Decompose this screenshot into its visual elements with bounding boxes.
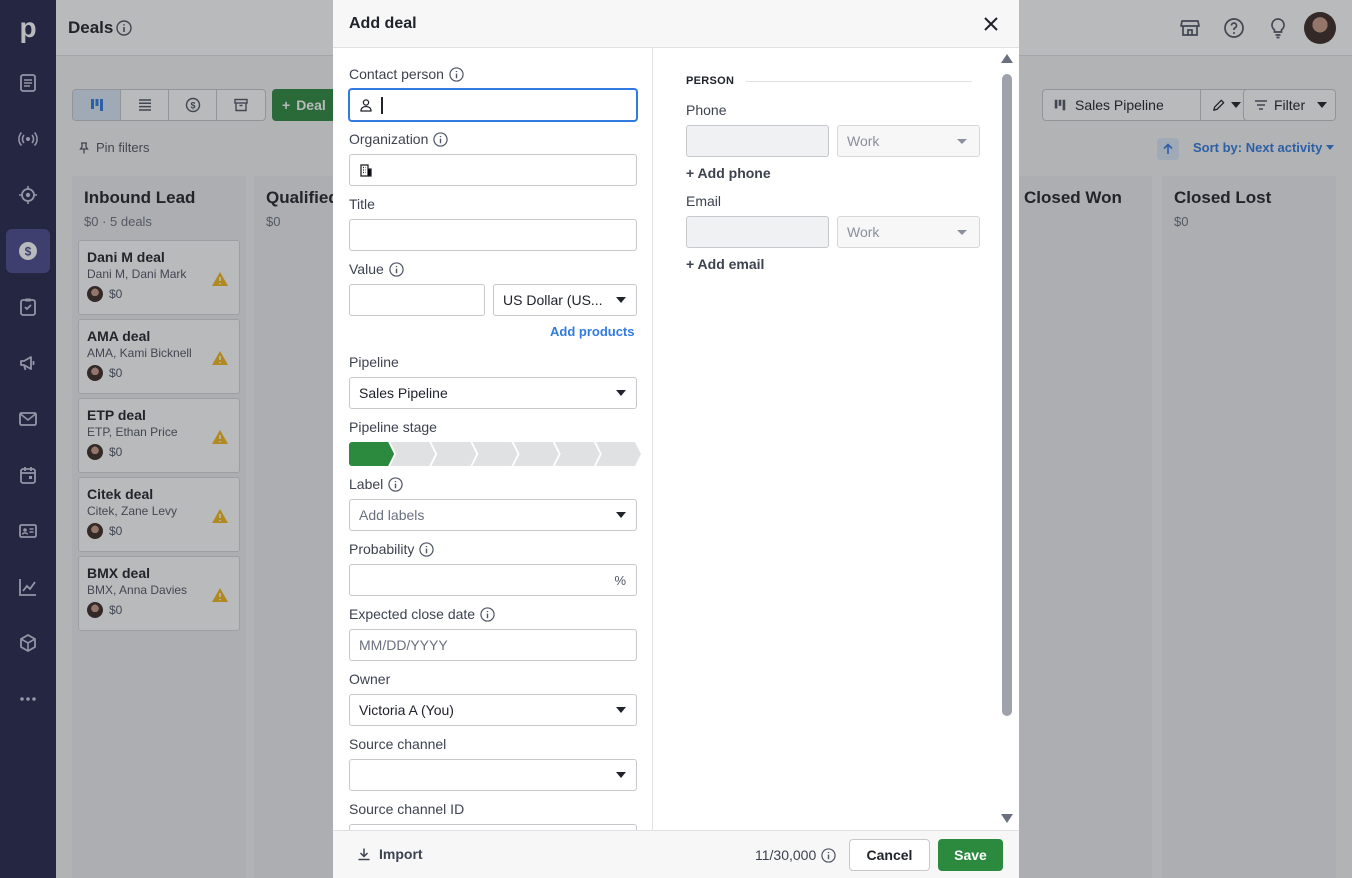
label-select[interactable]: Add labels: [349, 499, 637, 531]
caret-down-icon: [616, 772, 626, 778]
modal-scrollbar[interactable]: [1001, 54, 1013, 828]
text-cursor: [381, 96, 383, 114]
caret-down-icon: [957, 230, 967, 235]
add-products-link[interactable]: Add products: [550, 324, 635, 339]
owner-select[interactable]: Victoria A (You): [349, 694, 637, 726]
email-label: Email: [686, 193, 722, 209]
building-icon: [360, 164, 372, 177]
phone-type-select[interactable]: Work: [837, 125, 980, 157]
phone-input[interactable]: [686, 125, 829, 157]
probability-input[interactable]: %: [349, 564, 637, 596]
owner-label: Owner: [349, 671, 391, 687]
caret-down-icon: [616, 297, 626, 303]
add-email-link[interactable]: + Add email: [686, 256, 764, 272]
caret-down-icon: [957, 139, 967, 144]
download-icon: [358, 848, 370, 861]
caret-down-icon: [616, 390, 626, 396]
email-input[interactable]: [686, 216, 829, 248]
character-count: 11/30,000: [755, 847, 836, 863]
info-icon[interactable]: [388, 476, 403, 492]
organization-label: Organization: [349, 131, 449, 147]
source-channel-select[interactable]: [349, 759, 637, 791]
contact-person-input[interactable]: [349, 89, 637, 121]
add-phone-link[interactable]: + Add phone: [686, 165, 771, 181]
currency-select[interactable]: US Dollar (US...: [493, 284, 637, 316]
organization-input[interactable]: [349, 154, 637, 186]
label-label: Label: [349, 476, 403, 492]
phone-label: Phone: [686, 102, 727, 118]
source-channel-label: Source channel: [349, 736, 447, 752]
import-button[interactable]: Import: [357, 846, 423, 862]
stage-step[interactable]: [349, 442, 394, 466]
contact-person-label: Contact person: [349, 66, 464, 82]
expected-close-date-label: Expected close date: [349, 606, 495, 622]
scroll-thumb[interactable]: [1002, 74, 1012, 716]
probability-label: Probability: [349, 541, 435, 557]
deal-form: Contact person Organization Title Value: [333, 48, 653, 830]
close-icon[interactable]: [981, 14, 1001, 34]
stage-step[interactable]: [472, 442, 517, 466]
modal-footer: Import 11/30,000 Cancel Save: [333, 830, 1019, 878]
save-button[interactable]: Save: [938, 839, 1003, 871]
pipeline-stage-selector: [349, 442, 637, 466]
percent-suffix: %: [614, 573, 626, 588]
info-icon[interactable]: [480, 606, 495, 622]
person-section-title: PERSON: [686, 75, 735, 87]
info-icon[interactable]: [821, 847, 836, 863]
source-channel-id-label: Source channel ID: [349, 801, 465, 817]
pipeline-stage-label: Pipeline stage: [349, 419, 437, 435]
info-icon[interactable]: [419, 541, 435, 557]
stage-step[interactable]: [390, 442, 435, 466]
expected-close-date-input[interactable]: MM/DD/YYYY: [349, 629, 637, 661]
title-input[interactable]: [349, 219, 637, 251]
stage-step[interactable]: [555, 442, 600, 466]
info-icon[interactable]: [449, 66, 464, 82]
scroll-down-arrow-icon[interactable]: [1001, 814, 1013, 823]
person-panel: PERSON Phone Work + Add phone Email Work…: [654, 48, 1019, 830]
value-label: Value: [349, 261, 404, 277]
person-icon: [360, 99, 372, 112]
title-label: Title: [349, 196, 375, 212]
value-input[interactable]: [349, 284, 485, 316]
caret-down-icon: [616, 707, 626, 713]
stage-step[interactable]: [514, 442, 559, 466]
stage-step[interactable]: [431, 442, 476, 466]
modal-header: Add deal: [333, 0, 1019, 48]
stage-step[interactable]: [596, 442, 641, 466]
modal-title: Add deal: [349, 15, 417, 32]
pipeline-label: Pipeline: [349, 354, 399, 370]
info-icon[interactable]: [389, 261, 404, 277]
info-icon[interactable]: [433, 131, 449, 147]
section-divider: [746, 81, 972, 82]
caret-down-icon: [616, 512, 626, 518]
email-type-select[interactable]: Work: [837, 216, 980, 248]
cancel-button[interactable]: Cancel: [849, 839, 930, 871]
add-deal-modal: Add deal Contact person Organization Tit…: [333, 0, 1019, 878]
pipeline-select[interactable]: Sales Pipeline: [349, 377, 637, 409]
scroll-up-arrow-icon[interactable]: [1001, 54, 1013, 63]
